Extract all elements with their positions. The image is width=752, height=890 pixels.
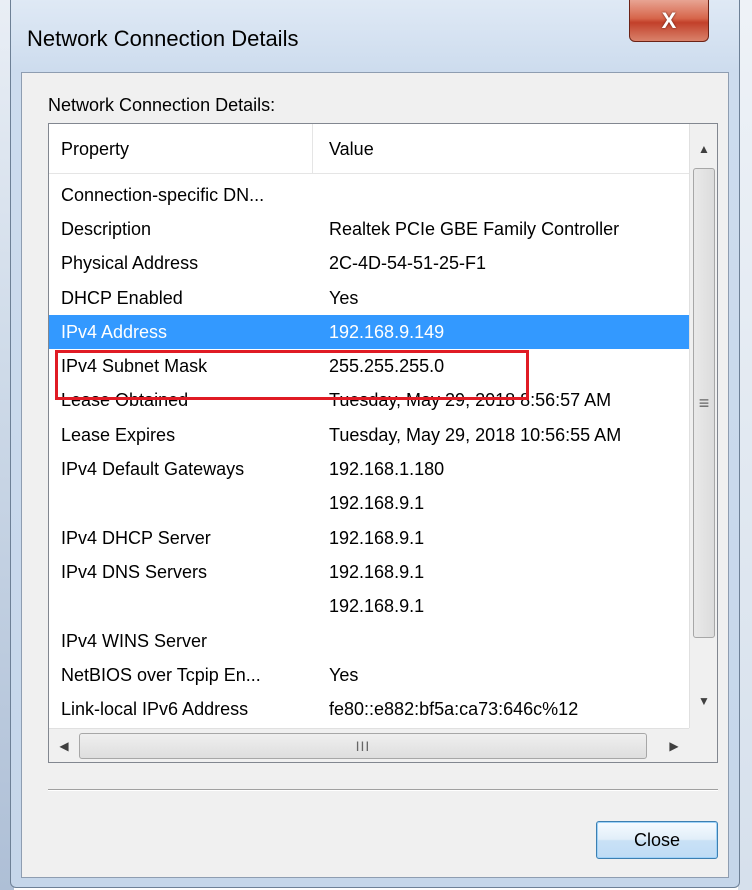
value-cell: 192.168.9.1 [329, 561, 425, 582]
separator-line [48, 789, 718, 791]
list-item[interactable]: IPv4 DNS Servers 192.168.9.1 [49, 555, 689, 589]
list-item[interactable]: IPv4 Subnet Mask 255.255.255.0 [49, 349, 689, 383]
property-cell: IPv4 Address [61, 321, 168, 342]
list-rows: Connection-specific DN... Description Real… [49, 178, 689, 724]
value-cell: 192.168.9.1 [329, 527, 425, 548]
list-item[interactable]: IPv4 Address 192.168.9.149 [49, 315, 689, 350]
column-header-value[interactable]: Value [313, 124, 689, 174]
list-item[interactable]: 192.168.9.1 [49, 590, 689, 624]
value-cell: Tuesday, May 29, 2018 8:56:57 AM [329, 390, 612, 411]
list-item[interactable]: Link-local IPv6 Address fe80::e882:bf5a:c… [49, 692, 689, 724]
value-cell: Yes [329, 287, 359, 308]
list-item[interactable]: Lease Obtained Tuesday, May 29, 2018 8:56… [49, 384, 689, 418]
close-icon: X [661, 7, 677, 33]
list-item[interactable]: IPv4 DHCP Server 192.168.9.1 [49, 521, 689, 555]
property-cell: IPv4 DHCP Server [61, 527, 211, 548]
property-cell: Physical Address [61, 253, 199, 274]
property-cell: IPv4 WINS Server [61, 630, 208, 651]
dialog-client-area: Network Connection Details: Property Val… [21, 72, 729, 878]
list-item[interactable]: IPv4 WINS Server [49, 624, 689, 658]
dialog-window: Network Connection Details X Network Con… [10, 0, 740, 888]
scroll-down-arrow-icon[interactable]: ▼ [690, 684, 717, 718]
value-cell: 192.168.9.1 [329, 493, 425, 514]
property-cell: Lease Obtained [61, 390, 189, 411]
value-cell: 255.255.255.0 [329, 356, 445, 377]
value-cell: 192.168.1.180 [329, 459, 445, 480]
list-header: Property Value [49, 124, 689, 174]
property-cell: IPv4 Subnet Mask [61, 356, 208, 377]
property-cell: Connection-specific DN... [61, 184, 265, 205]
value-cell: Tuesday, May 29, 2018 10:56:55 AM [329, 424, 622, 445]
list-item[interactable]: Lease Expires Tuesday, May 29, 2018 10:56… [49, 418, 689, 452]
list-item[interactable]: NetBIOS over Tcpip En... Yes [49, 658, 689, 692]
property-cell: NetBIOS over Tcpip En... [61, 664, 261, 685]
property-cell: Lease Expires [61, 424, 176, 445]
vertical-scroll-thumb[interactable]: ≡ [693, 168, 715, 638]
value-cell: fe80::e882:bf5a:ca73:646c%12 [329, 699, 579, 720]
vertical-scrollbar[interactable]: ▲ ≡ ▼ [689, 124, 717, 728]
close-button[interactable]: Close [596, 821, 718, 859]
value-cell: Yes [329, 664, 359, 685]
value-cell: 192.168.9.149 [329, 321, 445, 342]
grip-icon: ≡ [698, 393, 710, 413]
property-cell: Description [61, 218, 152, 239]
property-cell: Link-local IPv6 Address [61, 699, 249, 720]
value-cell: 192.168.9.1 [329, 596, 425, 617]
details-list-view[interactable]: Property Value Connection-specific DN...… [48, 123, 718, 763]
list-item[interactable]: IPv4 Default Gateways 192.168.1.180 [49, 452, 689, 486]
details-group-label: Network Connection Details: [48, 95, 276, 115]
value-cell: 2C-4D-54-51-25-F1 [329, 253, 487, 274]
value-cell: Realtek PCIe GBE Family Controller [329, 218, 620, 239]
horizontal-scrollbar[interactable]: ◀ III ▶ [49, 728, 689, 762]
list-item[interactable]: Description Realtek PCIe GBE Family Contr… [49, 212, 689, 246]
horizontal-scroll-thumb[interactable]: III [79, 733, 647, 759]
column-header-property[interactable]: Property [49, 124, 313, 174]
scroll-up-arrow-icon[interactable]: ▲ [690, 132, 717, 166]
grip-icon: III [355, 738, 371, 754]
window-title: Network Connection Details [27, 26, 299, 51]
window-close-button[interactable]: X [629, 0, 709, 42]
list-item[interactable]: DHCP Enabled Yes [49, 281, 689, 315]
list-item[interactable]: 192.168.9.1 [49, 487, 689, 521]
property-cell: DHCP Enabled [61, 287, 183, 308]
scroll-right-arrow-icon[interactable]: ▶ [659, 729, 689, 762]
desktop-edge-right [738, 0, 752, 890]
title-bar[interactable]: Network Connection Details X [11, 0, 739, 72]
property-cell: IPv4 Default Gateways [61, 459, 245, 480]
list-item[interactable]: Physical Address 2C-4D-54-51-25-F1 [49, 247, 689, 281]
property-cell: IPv4 DNS Servers [61, 561, 208, 582]
scrollbar-corner [689, 728, 717, 762]
list-item[interactable]: Connection-specific DN... [49, 178, 689, 212]
scroll-left-arrow-icon[interactable]: ◀ [49, 729, 79, 762]
